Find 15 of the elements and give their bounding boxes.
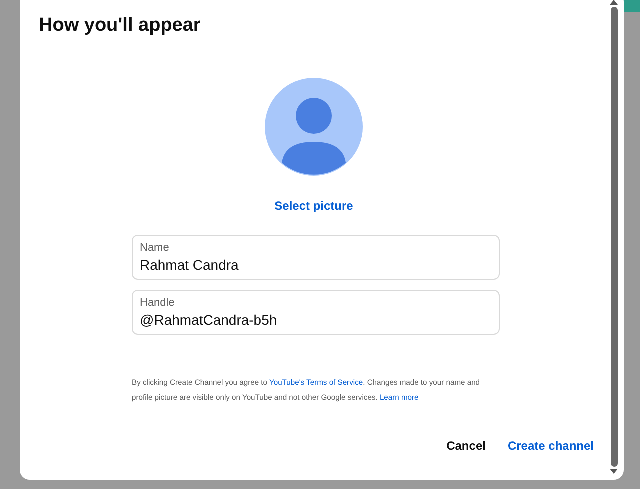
field-label: Handle — [140, 296, 176, 310]
cancel-button[interactable]: Cancel — [446, 436, 486, 454]
select-picture-link[interactable]: Select picture — [274, 196, 354, 214]
field-label: Name — [140, 242, 170, 254]
avatar-icon — [265, 78, 363, 176]
scrollbar-thumb[interactable] — [610, 7, 618, 467]
scroll-up-icon[interactable] — [610, 0, 618, 5]
scrollbar[interactable] — [608, 0, 620, 474]
text-field[interactable]: Handle @RahmatCandra-b5h — [132, 290, 500, 334]
create-channel-button[interactable]: Create channel — [508, 436, 594, 454]
text-field[interactable]: Name Rahmat Candra — [132, 234, 500, 280]
field-value: @RahmatCandra-b5h — [140, 310, 278, 330]
scroll-down-icon[interactable] — [610, 469, 618, 474]
field-value: Rahmat Candra — [140, 256, 240, 274]
dialog-title: How you'll appear — [39, 14, 202, 38]
